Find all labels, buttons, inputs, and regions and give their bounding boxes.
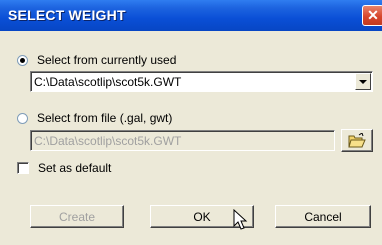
dropdown-arrow-button[interactable] bbox=[355, 73, 371, 90]
create-button[interactable]: Create bbox=[30, 205, 124, 228]
radio-select-file[interactable]: Select from file (.gal, gwt) bbox=[17, 111, 172, 125]
weight-file-path-field[interactable]: C:\Data\scotlip\scot5k.GWT bbox=[30, 130, 335, 151]
close-icon: ✕ bbox=[367, 7, 379, 23]
radio-select-current-label: Select from currently used bbox=[37, 53, 177, 67]
window-title: SELECT WEIGHT bbox=[8, 7, 126, 23]
set-as-default-checkbox-row[interactable]: Set as default bbox=[17, 161, 111, 175]
current-weights-dropdown[interactable]: C:\Data\scotlip\scot5k.GWT bbox=[30, 71, 373, 92]
radio-button[interactable] bbox=[17, 112, 28, 124]
set-as-default-checkbox[interactable] bbox=[17, 162, 29, 174]
close-button[interactable]: ✕ bbox=[362, 5, 382, 26]
radio-select-current[interactable]: Select from currently used bbox=[17, 53, 176, 67]
chevron-down-icon bbox=[359, 79, 367, 84]
folder-open-icon bbox=[348, 133, 366, 148]
current-weights-value: C:\Data\scotlip\scot5k.GWT bbox=[34, 75, 182, 89]
radio-select-file-label: Select from file (.gal, gwt) bbox=[37, 111, 173, 125]
cancel-button[interactable]: Cancel bbox=[275, 205, 371, 228]
browse-file-button[interactable] bbox=[341, 129, 373, 152]
dialog-body: Select from currently used C:\Data\scotl… bbox=[0, 31, 382, 245]
set-as-default-label: Set as default bbox=[38, 161, 112, 175]
mouse-pointer-icon bbox=[233, 209, 248, 230]
title-bar: SELECT WEIGHT ✕ bbox=[0, 0, 382, 31]
radio-selected-dot bbox=[20, 57, 25, 63]
radio-button[interactable] bbox=[17, 54, 28, 66]
